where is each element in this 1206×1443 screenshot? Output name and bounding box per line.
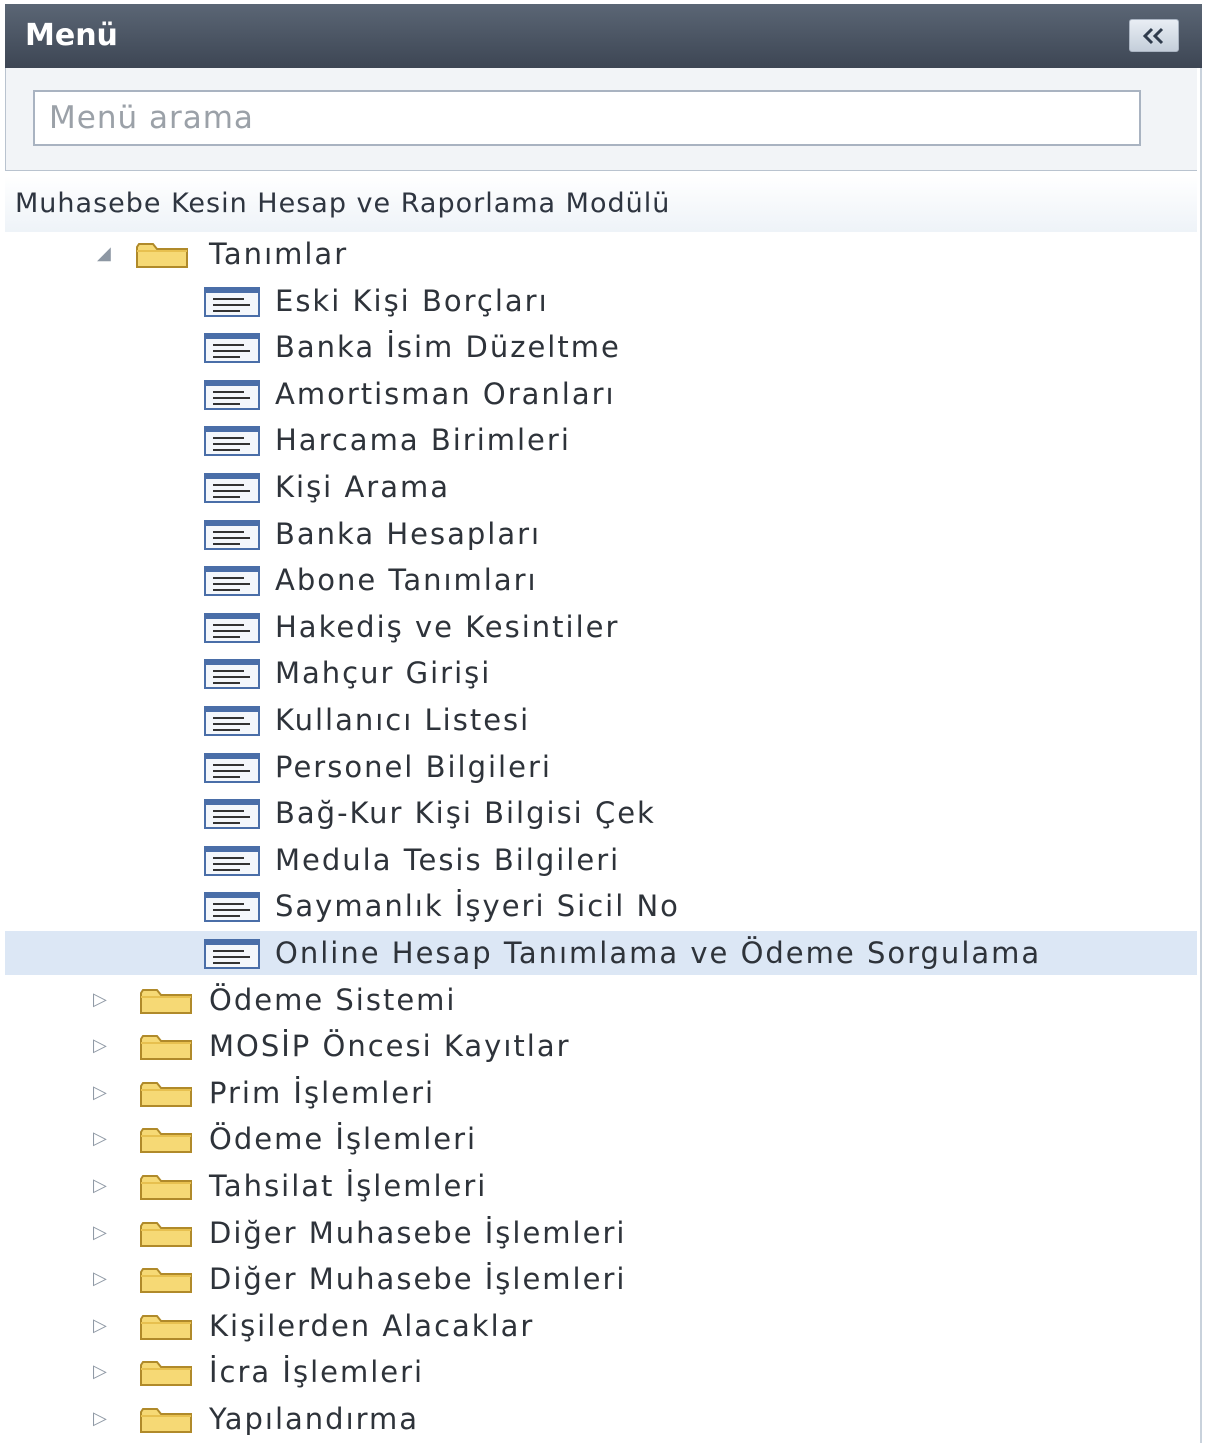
tree-folder-tanimlar[interactable]: ◢ Tanımlar	[5, 232, 1197, 276]
expand-arrow-icon[interactable]: ▷	[93, 978, 107, 1022]
tree-item-label: Kullanıcı Listesi	[275, 703, 531, 737]
folder-icon	[139, 1359, 193, 1387]
collapse-arrow-icon[interactable]: ◢	[97, 232, 111, 276]
tree-item-label: Banka Hesapları	[275, 517, 542, 551]
tree-item[interactable]: Online Hesap Tanımlama ve Ödeme Sorgulam…	[5, 931, 1197, 975]
tree-item-label: Harcama Birimleri	[275, 423, 571, 457]
folder-icon	[139, 1080, 193, 1108]
tree-folder-label: Ödeme Sistemi	[209, 983, 457, 1017]
tree-folder[interactable]: ▷ MOSİP Öncesi Kayıtlar	[5, 1024, 1197, 1068]
tree-folder-label: Ödeme İşlemleri	[209, 1122, 478, 1156]
folder-icon	[135, 241, 189, 269]
module-title[interactable]: Muhasebe Kesin Hesap ve Raporlama Modülü	[5, 176, 1197, 232]
menu-item-icon	[204, 566, 260, 596]
tree-folder[interactable]: ▷ İcra İşlemleri	[5, 1350, 1197, 1394]
menu-item-icon	[204, 520, 260, 550]
tree-item[interactable]: Bağ-Kur Kişi Bilgisi Çek	[5, 791, 1197, 835]
expand-arrow-icon[interactable]: ▷	[93, 1211, 107, 1255]
menu-item-icon	[204, 706, 260, 736]
tree-folder-label: Yapılandırma	[209, 1402, 420, 1436]
folder-icon	[139, 1033, 193, 1061]
tree-folder-label: Diğer Muhasebe İşlemleri	[209, 1216, 627, 1250]
menu-item-icon	[204, 892, 260, 922]
expand-arrow-icon[interactable]: ▷	[93, 1257, 107, 1301]
tree-item-label: Hakediş ve Kesintiler	[275, 610, 620, 644]
tree-folder-label: Kişilerden Alacaklar	[209, 1309, 535, 1343]
menu-item-icon	[204, 473, 260, 503]
tree-item[interactable]: Kullanıcı Listesi	[5, 698, 1197, 742]
tree-folder-label: Tanımlar	[209, 237, 349, 271]
menu-title: Menü	[25, 18, 118, 53]
tree-item[interactable]: Mahçur Girişi	[5, 651, 1197, 695]
tree-item[interactable]: Amortisman Oranları	[5, 372, 1197, 416]
tree-folder-label: Diğer Muhasebe İşlemleri	[209, 1262, 627, 1296]
tree-item[interactable]: Medula Tesis Bilgileri	[5, 838, 1197, 882]
tree-item-label: Online Hesap Tanımlama ve Ödeme Sorgulam…	[275, 936, 1042, 970]
menu-item-icon	[204, 659, 260, 689]
expand-arrow-icon[interactable]: ▷	[93, 1071, 107, 1115]
tree-folder-label: MOSİP Öncesi Kayıtlar	[209, 1029, 571, 1063]
tree-item-label: Kişi Arama	[275, 470, 451, 504]
menu-item-icon	[204, 939, 260, 969]
folder-icon	[139, 987, 193, 1015]
expand-arrow-icon[interactable]: ▷	[93, 1304, 107, 1348]
menu-item-icon	[204, 799, 260, 829]
tree-item[interactable]: Harcama Birimleri	[5, 418, 1197, 462]
tree-item[interactable]: Saymanlık İşyeri Sicil No	[5, 884, 1197, 928]
tree-folder-label: Prim İşlemleri	[209, 1076, 436, 1110]
tree-folder[interactable]: ▷ Ödeme Sistemi	[5, 978, 1197, 1022]
menu-panel: Menü Muhasebe Kesin Hesap ve Raporlama M…	[5, 4, 1202, 1443]
tree-item-label: Abone Tanımları	[275, 563, 538, 597]
expand-arrow-icon[interactable]: ▷	[93, 1350, 107, 1394]
menu-item-icon	[204, 380, 260, 410]
tree-item-label: Banka İsim Düzeltme	[275, 330, 621, 364]
tree-item[interactable]: Banka Hesapları	[5, 512, 1197, 556]
tree-folder[interactable]: ▷ Ödeme İşlemleri	[5, 1117, 1197, 1161]
tree-item[interactable]: Eski Kişi Borçları	[5, 279, 1197, 323]
folder-icon	[139, 1220, 193, 1248]
menu-item-icon	[204, 613, 260, 643]
tree-item[interactable]: Personel Bilgileri	[5, 745, 1197, 789]
tree-folder[interactable]: ▷ Tahsilat İşlemleri	[5, 1164, 1197, 1208]
tree-folder-label: İcra İşlemleri	[209, 1355, 425, 1389]
tree-item[interactable]: Abone Tanımları	[5, 558, 1197, 602]
folder-icon	[139, 1406, 193, 1434]
double-chevron-left-icon	[1142, 27, 1164, 44]
menu-item-icon	[204, 426, 260, 456]
tree-folder[interactable]: ▷ Yapılandırma	[5, 1397, 1197, 1441]
tree-folder[interactable]: ▷ Diğer Muhasebe İşlemleri	[5, 1257, 1197, 1301]
menu-search-input[interactable]	[33, 90, 1141, 146]
tree-item-label: Eski Kişi Borçları	[275, 284, 549, 318]
tree-item-label: Mahçur Girişi	[275, 656, 492, 690]
folder-icon	[139, 1313, 193, 1341]
tree-item-label: Amortisman Oranları	[275, 377, 616, 411]
tree-item[interactable]: Kişi Arama	[5, 465, 1197, 509]
collapse-menu-button[interactable]	[1129, 19, 1179, 52]
tree-folder[interactable]: ▷ Kişilerden Alacaklar	[5, 1304, 1197, 1348]
menu-item-icon	[204, 333, 260, 363]
expand-arrow-icon[interactable]: ▷	[93, 1117, 107, 1161]
tree-folder[interactable]: ▷ Prim İşlemleri	[5, 1071, 1197, 1115]
tree-item[interactable]: Banka İsim Düzeltme	[5, 325, 1197, 369]
tree-item-label: Bağ-Kur Kişi Bilgisi Çek	[275, 796, 656, 830]
tree-folder[interactable]: ▷ Diğer Muhasebe İşlemleri	[5, 1211, 1197, 1255]
folder-icon	[139, 1173, 193, 1201]
menu-search-area	[5, 68, 1197, 171]
tree-folder-label: Tahsilat İşlemleri	[209, 1169, 488, 1203]
folder-icon	[139, 1126, 193, 1154]
expand-arrow-icon[interactable]: ▷	[93, 1024, 107, 1068]
tree-item-label: Medula Tesis Bilgileri	[275, 843, 621, 877]
expand-arrow-icon[interactable]: ▷	[93, 1397, 107, 1441]
menu-header: Menü	[5, 4, 1202, 68]
expand-arrow-icon[interactable]: ▷	[93, 1164, 107, 1208]
tree-item[interactable]: Hakediş ve Kesintiler	[5, 605, 1197, 649]
folder-icon	[139, 1266, 193, 1294]
tree-item-label: Personel Bilgileri	[275, 750, 552, 784]
menu-item-icon	[204, 753, 260, 783]
menu-item-icon	[204, 846, 260, 876]
menu-item-icon	[204, 287, 260, 317]
tree-item-label: Saymanlık İşyeri Sicil No	[275, 889, 680, 923]
